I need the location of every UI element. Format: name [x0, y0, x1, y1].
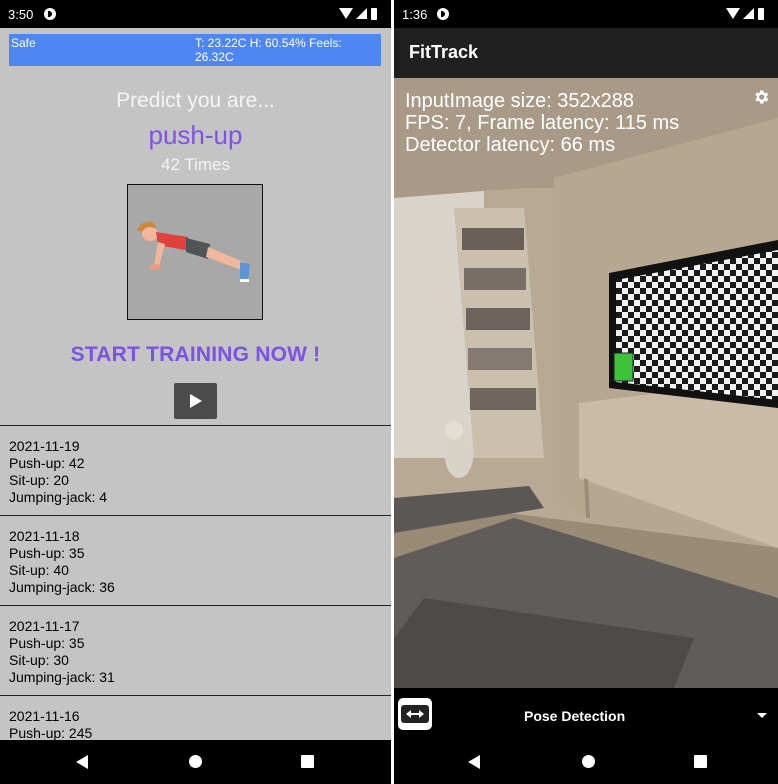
play-button[interactable] [174, 383, 217, 419]
history-jumpingjack: Jumping-jack: 4 [9, 489, 108, 505]
temperature-readout: T: 23.22C H: 60.54% Feels: 26.32C [195, 36, 342, 64]
history-date: 2021-11-18 [9, 528, 80, 544]
workout-history-list[interactable]: 2021-11-19 Push-up: 42 Sit-up: 20 Jumpin… [0, 425, 391, 740]
history-item[interactable]: 2021-11-18 Push-up: 35 Sit-up: 40 Jumpin… [0, 515, 391, 605]
bottom-control-bar: Pose Detection [394, 688, 778, 740]
wifi-icon [726, 8, 740, 19]
input-size-readout: InputImage size: 352x288 [405, 90, 635, 112]
history-item[interactable]: 2021-11-16 Push-up: 245 [0, 695, 391, 740]
history-date: 2021-11-19 [9, 438, 80, 454]
navigation-bar [0, 740, 391, 784]
history-item[interactable]: 2021-11-19 Push-up: 42 Sit-up: 20 Jumpin… [0, 425, 391, 515]
fps-readout: FPS: 7, Frame latency: 115 ms [405, 112, 680, 134]
chevron-down-icon[interactable] [757, 713, 767, 718]
safety-status: Safe [11, 36, 36, 50]
gear-icon [755, 90, 769, 104]
history-date: 2021-11-17 [9, 618, 80, 634]
battery-icon [758, 8, 764, 20]
history-item[interactable]: 2021-11-17 Push-up: 35 Sit-up: 30 Jumpin… [0, 605, 391, 695]
exercise-image [127, 184, 263, 320]
weather-bar: Safe T: 23.22C H: 60.54% Feels: 26.32C [9, 34, 381, 66]
app-bar: FitTrack [394, 28, 778, 78]
play-icon [190, 394, 202, 408]
back-icon[interactable] [468, 755, 480, 769]
wifi-icon [339, 8, 353, 19]
back-icon[interactable] [76, 755, 88, 769]
predicted-exercise: push-up [148, 120, 243, 150]
status-bar: 1:36 [394, 0, 778, 28]
app-title: FitTrack [409, 42, 479, 62]
history-date: 2021-11-16 [9, 708, 80, 724]
app-notification-icon [44, 8, 56, 20]
history-situp: Sit-up: 20 [9, 472, 69, 488]
right-phone-screen: 1:36 FitTrack InputImage size: 352x288 F… [394, 0, 778, 784]
home-icon[interactable] [582, 755, 595, 768]
history-pushup: Push-up: 35 [9, 635, 85, 651]
detection-box [613, 352, 634, 382]
switch-camera-button[interactable] [398, 698, 432, 730]
app-notification-icon [437, 8, 449, 20]
switch-camera-icon [401, 705, 429, 723]
repetition-count: 42 Times [161, 155, 230, 174]
home-icon[interactable] [189, 755, 202, 768]
status-time: 3:50 [8, 7, 34, 22]
detection-mode-dropdown[interactable]: Pose Detection [524, 708, 754, 724]
history-pushup: Push-up: 42 [9, 455, 85, 471]
signal-icon [743, 8, 754, 19]
push-up-illustration-icon [137, 221, 250, 282]
detector-latency-readout: Detector latency: 66 ms [405, 134, 616, 156]
status-icons [339, 8, 383, 20]
camera-scene [394, 78, 778, 688]
history-situp: Sit-up: 30 [9, 652, 69, 668]
battery-icon [371, 8, 377, 20]
history-pushup: Push-up: 245 [9, 725, 93, 740]
history-jumpingjack: Jumping-jack: 36 [9, 579, 115, 595]
recents-icon[interactable] [694, 755, 707, 768]
history-jumpingjack: Jumping-jack: 31 [9, 669, 115, 685]
history-pushup: Push-up: 35 [9, 545, 85, 561]
start-training-label: START TRAINING NOW ! [70, 343, 321, 366]
recents-icon[interactable] [301, 755, 314, 768]
left-phone-screen: 3:50 Safe T: 23.22C H: 60.54% Feels: 26.… [0, 0, 391, 784]
selected-mode: Pose Detection [524, 708, 626, 724]
navigation-bar [394, 740, 778, 784]
status-icons [726, 8, 770, 20]
signal-icon [356, 8, 367, 19]
history-situp: Sit-up: 40 [9, 562, 69, 578]
camera-preview: InputImage size: 352x288 FPS: 7, Frame l… [394, 78, 778, 688]
status-bar: 3:50 [0, 0, 391, 28]
status-time: 1:36 [402, 7, 428, 22]
predict-label: Predict you are... [116, 89, 275, 112]
